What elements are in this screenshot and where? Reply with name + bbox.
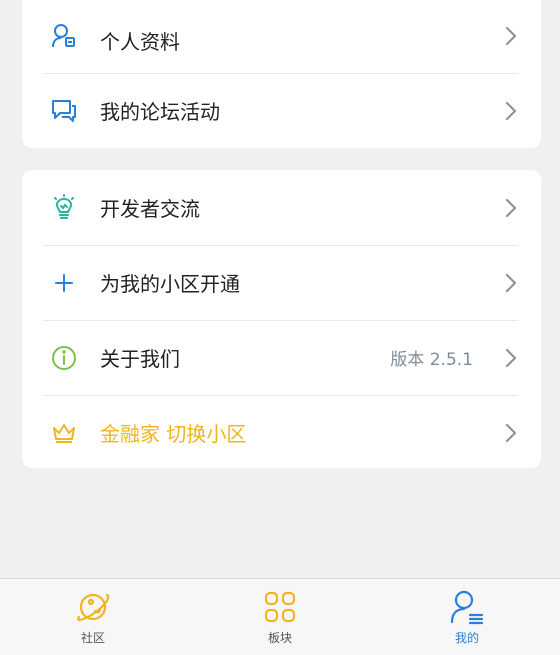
- general-menu-card: 开发者交流 为我的小区开通 关于我们 版本 2.5.1 金融家 切换小区: [22, 170, 541, 468]
- chevron-right-icon: [505, 198, 517, 217]
- version-text: 版本 2.5.1: [390, 350, 473, 370]
- menu-item-label: 金融家 切换小区: [100, 422, 247, 446]
- planet-icon: [77, 593, 110, 621]
- tab-community[interactable]: 社区: [0, 579, 186, 655]
- tab-sections[interactable]: 板块: [187, 579, 373, 655]
- menu-item-switch-community[interactable]: 金融家 切换小区: [22, 395, 541, 470]
- menu-item-label: 开发者交流: [100, 197, 200, 221]
- grid-icon: [264, 591, 296, 623]
- tab-label: 板块: [267, 631, 292, 645]
- menu-item-label: 个人资料: [100, 30, 180, 54]
- menu-item-forum-activity[interactable]: 我的论坛活动: [22, 73, 541, 148]
- bottom-tab-bar: 社区 板块 我的: [0, 578, 560, 655]
- menu-item-label: 为我的小区开通: [100, 272, 240, 296]
- tab-mine[interactable]: 我的: [374, 579, 560, 655]
- menu-item-open-community[interactable]: 为我的小区开通: [22, 245, 541, 320]
- chevron-right-icon: [505, 423, 517, 442]
- info-icon: [50, 344, 78, 372]
- crown-icon: [50, 419, 78, 447]
- menu-item-label: 关于我们: [100, 347, 180, 371]
- menu-item-developer-community[interactable]: 开发者交流: [22, 170, 541, 245]
- chevron-right-icon: [505, 101, 517, 120]
- user-card-icon: [50, 22, 78, 50]
- profile-menu-card: 个人资料 我的论坛活动: [22, 0, 541, 148]
- chat-bubbles-icon: [50, 97, 78, 125]
- lightbulb-icon: [50, 193, 78, 222]
- chevron-right-icon: [505, 26, 517, 45]
- menu-item-about-us[interactable]: 关于我们 版本 2.5.1: [22, 320, 541, 395]
- plus-icon: [50, 269, 78, 297]
- menu-item-label: 我的论坛活动: [100, 100, 220, 124]
- tab-label: 社区: [80, 631, 105, 645]
- chevron-right-icon: [505, 348, 517, 367]
- profile-icon: [450, 590, 484, 625]
- tab-label: 我的: [454, 631, 479, 645]
- menu-item-profile[interactable]: 个人资料: [22, 0, 541, 73]
- chevron-right-icon: [505, 273, 517, 292]
